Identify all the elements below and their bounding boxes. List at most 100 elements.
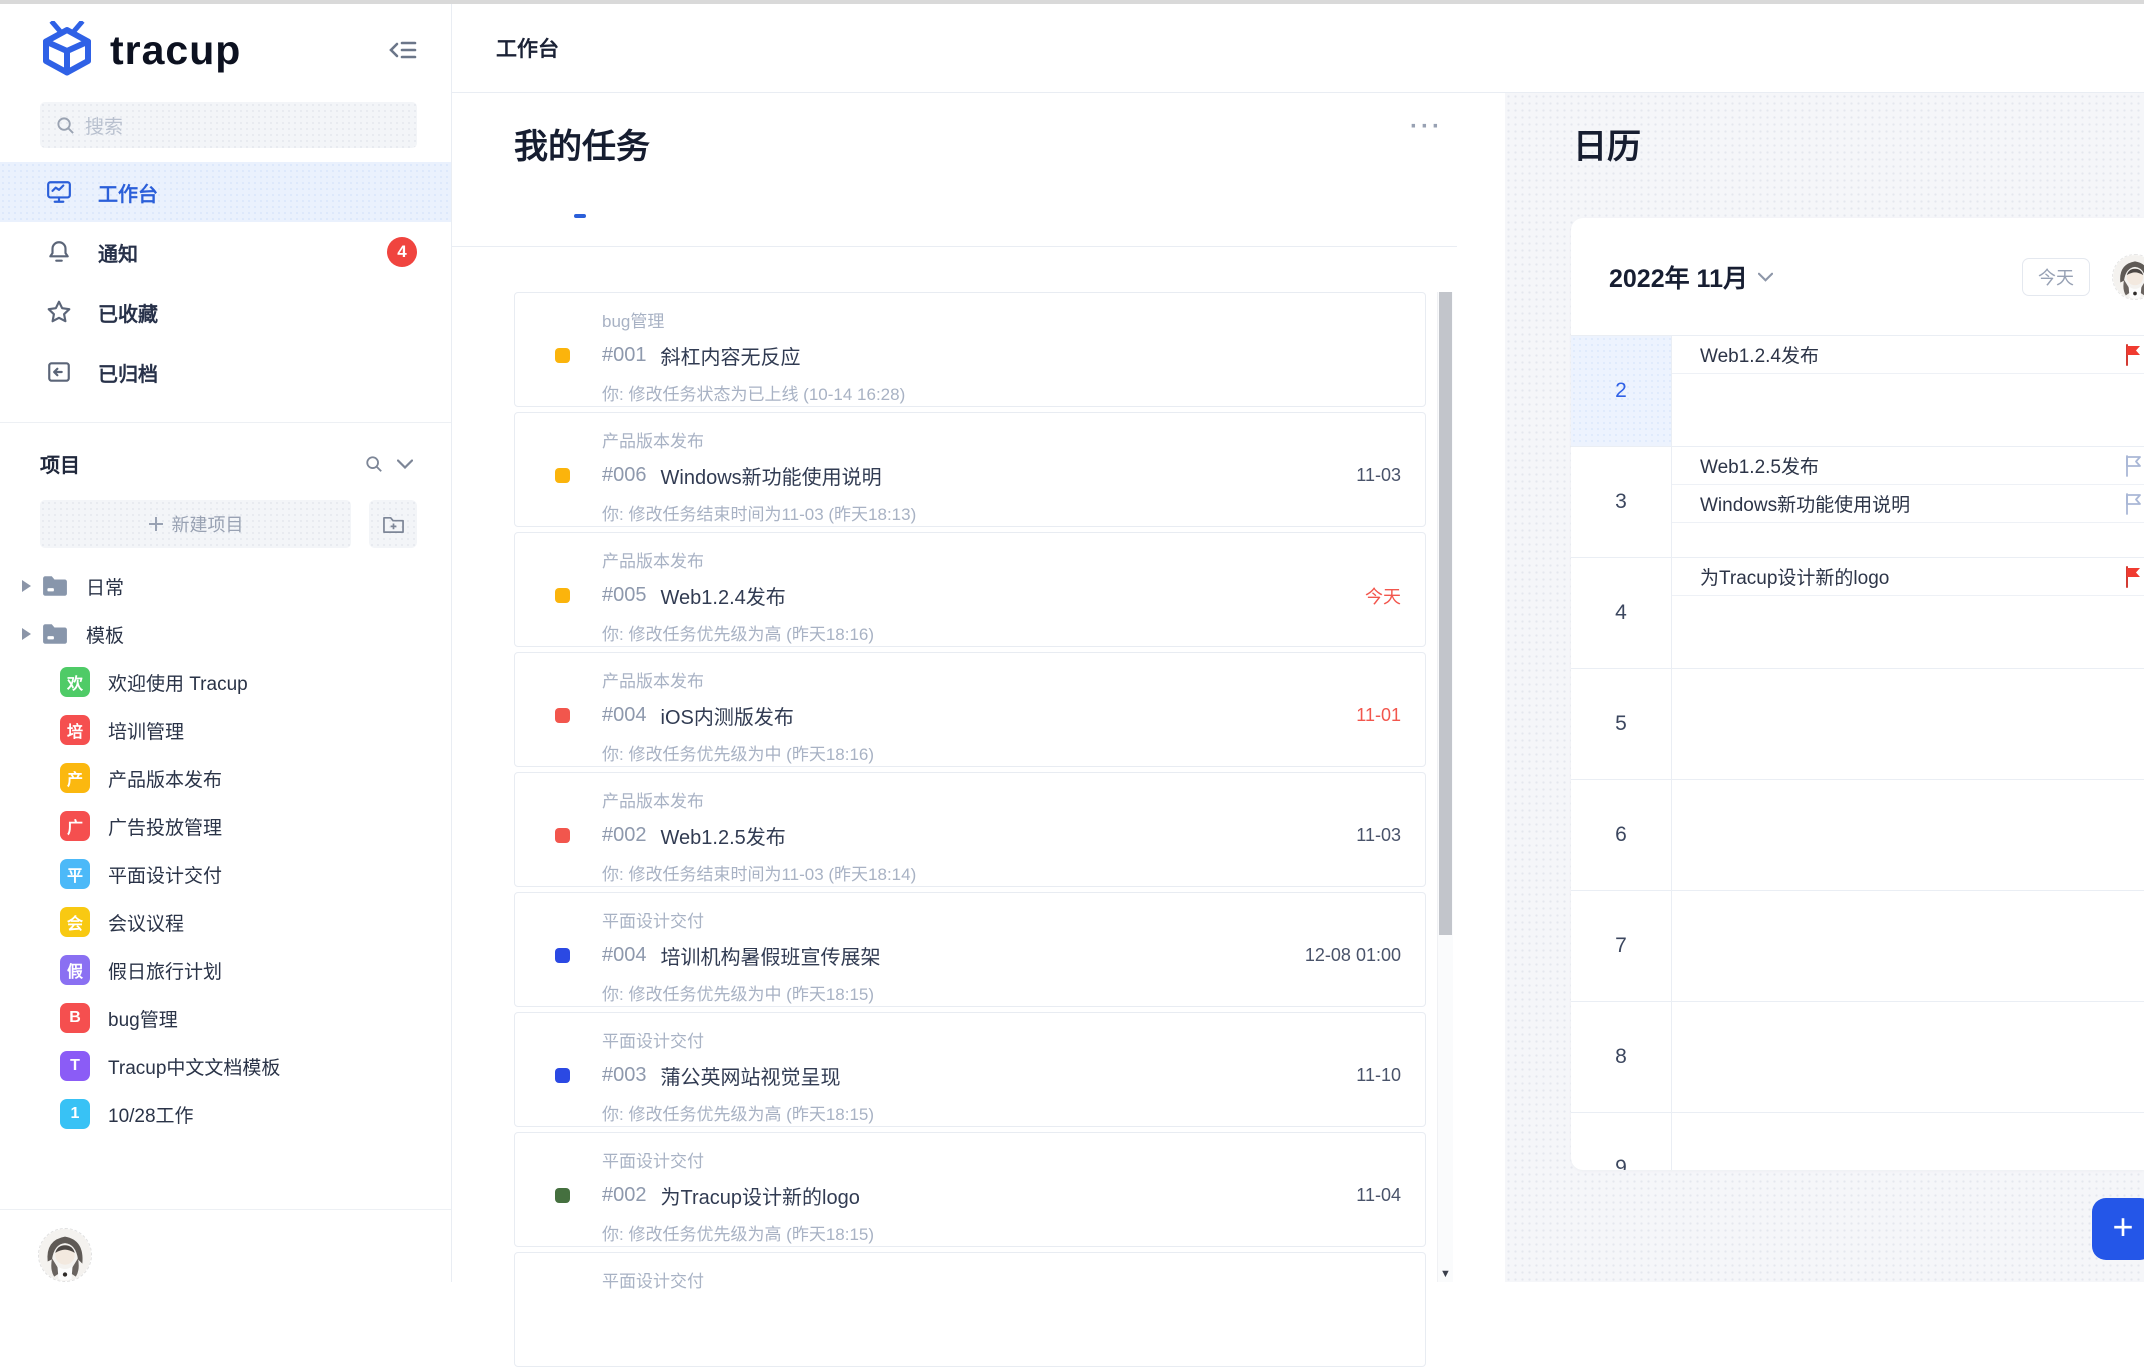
task-card[interactable]: 产品版本发布 #004 iOS内测版发布 11-01 你: 修改任务优先级为中 … — [514, 652, 1426, 767]
sidebar-project-item[interactable]: 假 假日旅行计划 — [0, 946, 451, 994]
task-title: Web1.2.4发布 — [661, 581, 786, 610]
sidebar-project-item[interactable]: T Tracup中文文档模板 — [0, 1042, 451, 1090]
scrollbar-thumb[interactable] — [1439, 292, 1452, 935]
sidebar-project-item[interactable]: 培 培训管理 — [0, 706, 451, 754]
task-status-dot — [555, 588, 570, 603]
project-badge: T — [60, 1051, 90, 1081]
sidebar-project-item[interactable]: B bug管理 — [0, 994, 451, 1042]
sidebar-project-item[interactable]: 1 10/28工作 — [0, 1090, 451, 1138]
task-activity: 你: 修改任务结束时间为11-03 (昨天18:14) — [555, 860, 1401, 885]
task-title: 斜杠内容无反应 — [661, 341, 801, 370]
task-card[interactable]: 平面设计交付 #003 蒲公英网站视觉呈现 11-10 你: 修改任务优先级为高… — [514, 1012, 1426, 1127]
calendar-event[interactable]: Web1.2.5发布 — [1672, 447, 2144, 485]
calendar-row: 4 为Tracup设计新的logo — [1571, 557, 2144, 668]
projects-header-label: 项目 — [40, 449, 80, 478]
day-number: 7 — [1615, 934, 1627, 958]
logo-row: tracup — [0, 4, 451, 96]
month-selector[interactable]: 2022年 11月 — [1609, 259, 1773, 295]
task-project-name: 平面设计交付 — [555, 1147, 1401, 1172]
task-status-dot — [555, 828, 570, 843]
folder-icon — [40, 619, 70, 649]
chevron-down-icon — [1758, 272, 1773, 282]
scroll-down-arrow[interactable]: ▼ — [1438, 1268, 1453, 1280]
caret-icon[interactable] — [22, 580, 31, 592]
sidebar-nav-item[interactable]: 已归档 — [0, 342, 451, 402]
project-search-icon[interactable] — [365, 455, 383, 473]
add-folder-button[interactable] — [369, 500, 417, 548]
day-cell[interactable]: 6 — [1571, 780, 1672, 890]
day-cell[interactable]: 5 — [1571, 669, 1672, 779]
task-card[interactable]: 平面设计交付 — [514, 1252, 1426, 1367]
project-badge: B — [60, 1003, 90, 1033]
search-input[interactable]: 搜索 — [40, 102, 417, 148]
assignee-avatar — [2078, 491, 2104, 517]
task-project-name: 平面设计交付 — [555, 1027, 1401, 1052]
task-due-date: 12-08 01:00 — [1305, 945, 1401, 966]
sidebar-project-item[interactable]: 欢 欢迎使用 Tracup — [0, 658, 451, 706]
event-title: 为Tracup设计新的logo — [1700, 563, 1889, 590]
day-cell[interactable]: 7 — [1571, 891, 1672, 1001]
task-title: 为Tracup设计新的logo — [661, 1181, 860, 1210]
project-list: 日常 模板 欢 欢迎使用 Tracup 培 培训管理 产 产品版本发布 广 广告… — [0, 562, 451, 1138]
calendar-event[interactable]: Web1.2.4发布 — [1672, 336, 2144, 374]
task-card[interactable]: 平面设计交付 #004 培训机构暑假班宣传展架 12-08 01:00 你: 修… — [514, 892, 1426, 1007]
task-card[interactable]: bug管理 #001 斜杠内容无反应 你: 修改任务状态为已上线 (10-14 … — [514, 292, 1426, 407]
calendar-user-avatar[interactable] — [2112, 254, 2144, 300]
task-title: 培训机构暑假班宣传展架 — [661, 941, 881, 970]
task-card[interactable]: 产品版本发布 #005 Web1.2.4发布 今天 你: 修改任务优先级为高 (… — [514, 532, 1426, 647]
task-card[interactable]: 产品版本发布 #002 Web1.2.5发布 11-03 你: 修改任务结束时间… — [514, 772, 1426, 887]
day-cell[interactable]: 2 — [1571, 336, 1672, 446]
flag-icon — [2122, 492, 2144, 516]
task-card[interactable]: 平面设计交付 #002 为Tracup设计新的logo 11-04 你: 修改任… — [514, 1132, 1426, 1247]
user-avatar[interactable] — [38, 1228, 92, 1282]
sidebar-project-item[interactable]: 广 广告投放管理 — [0, 802, 451, 850]
calendar-row: 2 Web1.2.4发布 — [1571, 335, 2144, 446]
tab[interactable] — [574, 199, 586, 216]
sidebar-project-item[interactable]: 会 会议议程 — [0, 898, 451, 946]
tab[interactable] — [634, 199, 646, 216]
sidebar-project-item[interactable]: 产 产品版本发布 — [0, 754, 451, 802]
project-badge: 假 — [60, 955, 90, 985]
folder-icon — [40, 571, 70, 601]
add-task-fab[interactable]: + — [2092, 1198, 2144, 1260]
caret-icon[interactable] — [22, 628, 31, 640]
task-id: #001 — [602, 344, 647, 367]
sidebar-project-item[interactable]: 模板 — [0, 610, 451, 658]
tracup-logo-icon — [38, 21, 96, 79]
more-menu-icon[interactable]: ··· — [1404, 107, 1449, 147]
project-badge: 会 — [60, 907, 90, 937]
content: 我的任务 ··· bug管理 #001 斜杠内容无反应 你: 修改任务状态为已上… — [452, 93, 2144, 1282]
tab[interactable] — [514, 199, 526, 216]
task-activity: 你: 修改任务结束时间为11-03 (昨天18:13) — [555, 500, 1401, 525]
calendar-event[interactable]: Windows新功能使用说明 — [1672, 485, 2144, 523]
sidebar-collapse-icon[interactable] — [385, 32, 421, 68]
sidebar-nav-item[interactable]: 工作台 — [0, 162, 451, 222]
day-number: 6 — [1615, 823, 1627, 847]
day-cell[interactable]: 9 — [1571, 1113, 1672, 1170]
bell-icon — [46, 239, 72, 265]
task-due-date: 11-03 — [1356, 465, 1401, 486]
logo-wordmark: tracup — [110, 27, 241, 74]
tasks-panel: 我的任务 ··· bug管理 #001 斜杠内容无反应 你: 修改任务状态为已上… — [452, 93, 1505, 1282]
new-project-button[interactable]: 新建项目 — [40, 500, 351, 548]
day-cell[interactable]: 8 — [1571, 1002, 1672, 1112]
scrollbar-track[interactable]: ▼ — [1437, 292, 1453, 1282]
task-title: Windows新功能使用说明 — [661, 461, 882, 490]
chevron-down-icon[interactable] — [397, 459, 413, 469]
task-id: #006 — [602, 464, 647, 487]
task-id: #005 — [602, 584, 647, 607]
day-cell[interactable]: 4 — [1571, 558, 1672, 668]
sidebar-project-item[interactable]: 平 平面设计交付 — [0, 850, 451, 898]
sidebar-nav-item[interactable]: 通知 4 — [0, 222, 451, 282]
task-due-date: 11-10 — [1356, 1065, 1401, 1086]
sidebar-nav-item[interactable]: 已收藏 — [0, 282, 451, 342]
task-card[interactable]: 产品版本发布 #006 Windows新功能使用说明 11-03 你: 修改任务… — [514, 412, 1426, 527]
sidebar-project-item[interactable]: 日常 — [0, 562, 451, 610]
today-button[interactable]: 今天 — [2022, 258, 2090, 296]
project-badge: 广 — [60, 811, 90, 841]
project-badge: 产 — [60, 763, 90, 793]
day-cell[interactable]: 3 — [1571, 447, 1672, 557]
calendar-title: 日历 — [1573, 119, 1641, 168]
calendar-event[interactable]: 为Tracup设计新的logo — [1672, 558, 2144, 596]
task-project-name: 产品版本发布 — [555, 427, 1401, 452]
